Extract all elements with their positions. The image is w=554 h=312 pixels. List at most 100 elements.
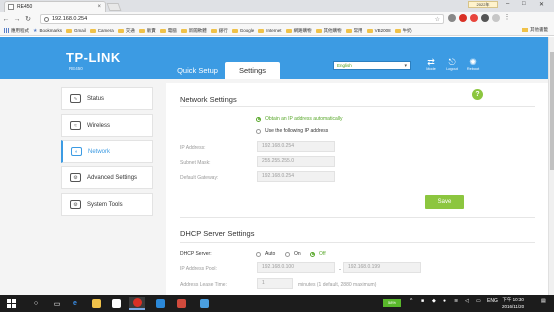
bookmark-item[interactable]: Internet: [258, 28, 282, 33]
bookmark-item[interactable]: Gmail: [66, 28, 86, 33]
tray-chevron-icon[interactable]: ^: [410, 298, 412, 304]
radio-obtain-ip-automatically[interactable]: Obtain an IP address automatically: [256, 116, 342, 122]
logout-button[interactable]: ⎋ Logout: [444, 57, 460, 71]
star-icon: ★: [33, 27, 38, 34]
ip-address-label: IP Address:: [180, 145, 206, 151]
extension-icon[interactable]: [492, 14, 500, 22]
new-tab-button[interactable]: [106, 3, 122, 11]
task-view-button[interactable]: ▭: [49, 297, 65, 310]
tab-settings[interactable]: Settings: [225, 62, 280, 79]
extension-icon[interactable]: [470, 14, 478, 22]
extension-icon[interactable]: [448, 14, 456, 22]
bookmark-item[interactable]: 電腦: [159, 28, 177, 34]
forward-icon[interactable]: →: [12, 16, 22, 23]
bookmark-apps[interactable]: 應用程式: [4, 28, 29, 34]
search-button[interactable]: ○: [28, 297, 44, 310]
address-bar[interactable]: 192.168.0.254 ☆: [40, 14, 444, 24]
page-header: TP-LINK RE450 Quick Setup Settings Engli…: [0, 37, 548, 79]
menu-icon[interactable]: ⋮: [503, 14, 511, 22]
taskbar-store[interactable]: [108, 297, 124, 310]
minimize-icon[interactable]: –: [506, 1, 509, 7]
lease-time-field[interactable]: 1: [257, 278, 293, 289]
tab-quick-setup[interactable]: Quick Setup: [170, 62, 225, 79]
bookmark-item[interactable]: 販賣: [138, 28, 156, 34]
taskbar-edge[interactable]: e: [67, 297, 83, 310]
advanced-settings-icon: ⚙: [70, 173, 81, 182]
sidebar-item-label: System Tools: [87, 201, 123, 208]
sidebar-item-label: Advanced Settings: [87, 174, 138, 181]
sidebar-item-status[interactable]: ∿ Status: [61, 87, 153, 110]
ip-pool-label: IP Address Pool:: [180, 266, 217, 272]
network-settings-title: Network Settings: [180, 95, 237, 104]
wifi-icon[interactable]: ≋: [454, 298, 458, 304]
bookmark-item[interactable]: 其他購物: [315, 28, 342, 34]
system-clock[interactable]: 下午 10:30 2016/11/20: [502, 296, 524, 310]
radio-selected-icon: [256, 116, 261, 122]
taskbar-explorer[interactable]: [88, 297, 104, 310]
site-info-icon[interactable]: [44, 16, 49, 22]
ip-pool-start-field[interactable]: 192.168.0.100: [257, 262, 335, 273]
taskbar-app[interactable]: [152, 297, 168, 310]
bookmark-item[interactable]: Google: [231, 28, 254, 33]
reload-icon[interactable]: ↻: [23, 15, 33, 23]
language-select[interactable]: English ▾: [333, 61, 411, 70]
folder-icon: [66, 28, 72, 33]
mode-button[interactable]: ⇄ Mode: [423, 57, 439, 71]
extension-icon[interactable]: [459, 14, 467, 22]
system-tools-icon: ⚙: [70, 200, 81, 209]
back-icon[interactable]: ←: [1, 16, 11, 23]
save-button[interactable]: Save: [425, 195, 464, 209]
scrollbar-thumb[interactable]: [550, 52, 554, 170]
volume-icon[interactable]: ◁: [465, 298, 469, 304]
edge-icon: e: [73, 300, 77, 307]
notifications-icon[interactable]: ▤: [541, 298, 546, 304]
reboot-button[interactable]: ✺ Reboot: [465, 57, 481, 71]
logout-label: Logout: [446, 67, 458, 71]
bookmark-item[interactable]: 新聞軟體: [180, 28, 207, 34]
bookmark-item[interactable]: 網路購物: [285, 28, 312, 34]
sidebar-item-network[interactable]: ◐ Network: [61, 140, 153, 163]
bookmark-item[interactable]: 交通: [117, 28, 135, 34]
bookmark-item[interactable]: 牛奶: [394, 28, 412, 34]
url-text[interactable]: 192.168.0.254: [52, 16, 87, 22]
bookmark-item[interactable]: Camera: [89, 28, 114, 33]
battery-indicator[interactable]: 58%: [383, 299, 401, 307]
tray-app-icon[interactable]: ■: [421, 298, 424, 304]
bookmark-item[interactable]: ★ Bookmarks: [33, 28, 62, 34]
taskbar-app[interactable]: [173, 297, 189, 310]
task-view-icon: ▭: [53, 300, 61, 308]
tray-app-icon[interactable]: ◆: [432, 298, 436, 304]
user-profile-badge[interactable]: 2022年: [468, 1, 498, 8]
input-language[interactable]: ENG: [487, 298, 498, 304]
reboot-label: Reboot: [466, 67, 480, 71]
taskbar-app[interactable]: [196, 297, 212, 310]
start-button[interactable]: [3, 297, 19, 310]
radio-dhcp-off[interactable]: Off: [310, 251, 326, 257]
close-window-icon[interactable]: ✕: [539, 1, 544, 8]
battery-icon[interactable]: ▭: [476, 298, 481, 304]
ip-address-field[interactable]: 192.168.0.254: [257, 141, 335, 152]
tab-close-icon[interactable]: ×: [97, 4, 101, 10]
default-gateway-field[interactable]: 192.168.0.254: [257, 171, 335, 182]
radio-dhcp-on[interactable]: On: [285, 251, 301, 257]
sidebar-item-advanced-settings[interactable]: ⚙ Advanced Settings: [61, 166, 153, 189]
page-scrollbar[interactable]: [548, 37, 554, 295]
ip-pool-end-field[interactable]: 192.168.0.199: [343, 262, 421, 273]
sidebar-item-system-tools[interactable]: ⚙ System Tools: [61, 193, 153, 216]
sidebar-item-wireless[interactable]: ≈ Wireless: [61, 114, 153, 137]
other-bookmarks[interactable]: 其他書籤: [522, 27, 548, 33]
help-icon[interactable]: ?: [472, 89, 483, 100]
browser-tab[interactable]: RE450 ×: [4, 1, 106, 12]
bookmark-item[interactable]: VB2008: [366, 28, 391, 33]
bookmark-item[interactable]: 銀行: [210, 28, 228, 34]
subnet-mask-field[interactable]: 255.255.255.0: [257, 156, 335, 167]
bookmark-item[interactable]: 常用: [345, 28, 363, 34]
maximize-icon[interactable]: □: [522, 1, 526, 7]
radio-dhcp-auto[interactable]: Auto: [256, 251, 275, 257]
folder-icon: [366, 28, 373, 33]
radio-use-static-ip[interactable]: Use the following IP address: [256, 128, 328, 134]
tray-app-icon[interactable]: ●: [443, 298, 446, 304]
taskbar-chrome[interactable]: [129, 297, 145, 310]
bookmark-star-icon[interactable]: ☆: [435, 16, 440, 23]
extension-icon[interactable]: [481, 14, 489, 22]
